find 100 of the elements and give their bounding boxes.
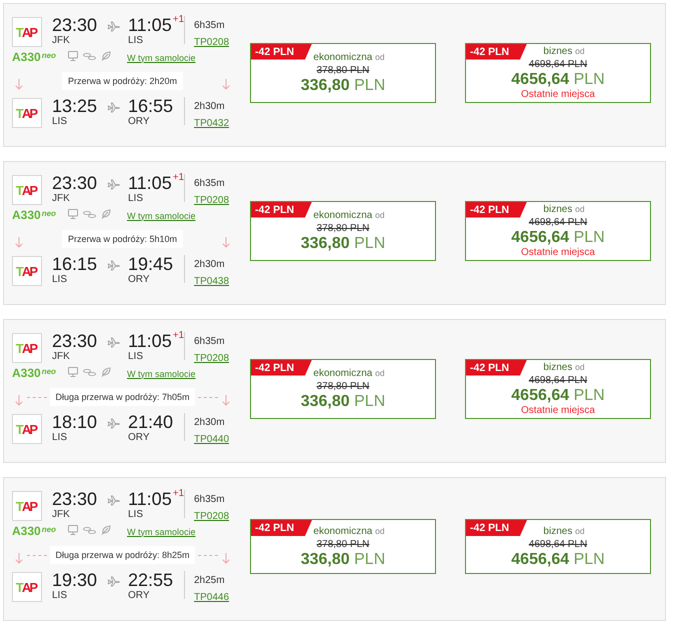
flight-number-link[interactable]: TP0440 (194, 434, 230, 446)
old-price: 4698,64 PLN (528, 538, 588, 550)
cabin-label: biznes od (543, 360, 585, 374)
arrow-down-icon (15, 552, 23, 564)
arrow-down-icon (222, 394, 230, 406)
plates-icon (83, 52, 96, 60)
layover-label: Przerwa w podróży: 5h10m (62, 230, 184, 248)
departure-airport: JFK (52, 35, 71, 47)
arrival-time: 11:05 (128, 173, 172, 193)
discount-badge: -42 PLN (466, 360, 527, 376)
flight-number-link[interactable]: TP0446 (194, 592, 230, 604)
flight-number-link[interactable]: TP0432 (194, 118, 230, 130)
airline-logo: TAP (12, 98, 42, 128)
plates-icon (83, 526, 96, 534)
fare-option[interactable]: -42 PLN ekonomiczna od 378,80 PLN 336,80 PLN (250, 519, 436, 574)
cabin-label: biznes od (543, 524, 585, 538)
leaf-icon (101, 367, 111, 377)
old-price: 4698,64 PLN (528, 374, 588, 386)
old-price: 4698,64 PLN (528, 216, 588, 228)
flight-duration: 2h30m (194, 259, 226, 271)
day-offset: +1 (172, 173, 184, 183)
cabin-label: ekonomiczna od (313, 366, 385, 380)
fare-price: 4656,64 PLN (511, 228, 605, 246)
arrival-time: 22:55 (128, 570, 174, 590)
arrow-down-icon (15, 394, 23, 406)
departure-time: 18:10 (52, 412, 98, 432)
leaf-icon (101, 209, 111, 219)
discount-badge: -42 PLN (251, 360, 312, 376)
fare-option[interactable]: -42 PLN biznes od 4698,64 PLN 4656,64 PLN Ostatnie miejsca (465, 42, 651, 102)
fare-option[interactable]: -42 PLN ekonomiczna od 378,80 PLN 336,80 PLN (250, 200, 436, 260)
fare-price: 336,80 PLN (300, 392, 386, 410)
flight-number-link[interactable]: TP0208 (194, 511, 230, 523)
layover-label: Przerwa w podróży: 2h20m (62, 72, 184, 90)
discount-badge: -42 PLN (466, 520, 527, 536)
flight-duration: 6h35m (194, 336, 226, 348)
discount-badge: -42 PLN (251, 44, 312, 60)
fare-price: 4656,64 PLN (511, 70, 605, 88)
discount-badge: -42 PLN (251, 520, 312, 536)
airline-logo: TAP (12, 414, 42, 444)
flight-duration: 2h30m (194, 417, 226, 429)
layover-label: Długa przerwa w podróży: 7h05m (50, 388, 195, 406)
arrival-time: 11:05 (128, 15, 172, 35)
arrival-airport: LIS (128, 193, 144, 205)
aircraft-logo: A330$^{neo}$ (12, 364, 57, 380)
fare-option[interactable]: -42 PLN biznes od 4698,64 PLN 4656,64 PLN Ostatnie miejsca (465, 358, 651, 418)
arrival-airport: LIS (128, 35, 144, 47)
old-price: 378,80 PLN (316, 538, 370, 550)
plane-icon (107, 21, 120, 32)
arrival-airport: LIS (128, 509, 144, 521)
plates-icon (83, 368, 96, 376)
flight-duration: 2h25m (194, 575, 226, 587)
day-offset: +1 (172, 489, 184, 499)
airline-logo: TAP (12, 17, 42, 47)
arrival-airport: ORY (128, 274, 150, 286)
departure-time: 23:30 (52, 331, 98, 351)
arrow-down-icon (15, 78, 23, 90)
screen-icon (68, 525, 78, 535)
fare-option[interactable]: -42 PLN biznes od 4698,64 PLN 4656,64 PLN Ostatnie miejsca (465, 200, 651, 260)
fare-price: 336,80 PLN (300, 234, 386, 252)
leaf-icon (101, 51, 111, 61)
flight-number-link[interactable]: TP0208 (194, 353, 230, 365)
flight-number-link[interactable]: TP0208 (194, 37, 230, 49)
airline-logo: TAP (12, 175, 42, 205)
plane-icon (107, 260, 120, 271)
aircraft-info-link[interactable]: W tym samolocie (127, 52, 196, 64)
departure-time: 16:15 (52, 254, 98, 274)
departure-time: 13:25 (52, 96, 98, 116)
discount-badge: -42 PLN (466, 202, 527, 218)
availability-note: Ostatnie miejsca (521, 88, 595, 100)
layover-label: Długa przerwa w podróży: 8h25m (50, 546, 195, 564)
arrival-airport: ORY (128, 590, 150, 602)
departure-airport: JFK (52, 193, 71, 205)
departure-time: 19:30 (52, 570, 98, 590)
availability-note: Ostatnie miejsca (521, 404, 595, 416)
arrival-time: 16:55 (128, 96, 174, 116)
arrival-time: 11:05 (128, 331, 172, 351)
cabin-label: ekonomiczna od (313, 524, 385, 538)
plates-icon (83, 210, 96, 218)
departure-airport: LIS (52, 432, 68, 444)
arrival-time: 21:40 (128, 412, 174, 432)
flight-number-link[interactable]: TP0208 (194, 195, 230, 207)
aircraft-info-link[interactable]: W tym samolocie (127, 526, 196, 538)
airline-logo: TAP (12, 256, 42, 286)
cabin-label: ekonomiczna od (313, 208, 385, 222)
aircraft-info-link[interactable]: W tym samolocie (127, 210, 196, 222)
airline-logo: TAP (12, 491, 42, 521)
plane-icon (107, 102, 120, 113)
fare-option[interactable]: -42 PLN ekonomiczna od 378,80 PLN 336,80 PLN (250, 42, 436, 102)
plane-icon (107, 418, 120, 429)
departure-airport: JFK (52, 351, 71, 363)
departure-time: 23:30 (52, 489, 98, 509)
day-offset: +1 (172, 331, 184, 341)
fare-option[interactable]: -42 PLN ekonomiczna od 378,80 PLN 336,80 PLN (250, 358, 436, 418)
availability-note: Ostatnie miejsca (521, 246, 595, 258)
arrow-down-icon (222, 552, 230, 564)
flight-number-link[interactable]: TP0438 (194, 276, 230, 288)
fare-price: 336,80 PLN (300, 550, 386, 568)
fare-option[interactable]: -42 PLN biznes od 4698,64 PLN 4656,64 PLN (465, 519, 651, 574)
arrow-down-icon (222, 236, 230, 248)
aircraft-info-link[interactable]: W tym samolocie (127, 368, 196, 380)
